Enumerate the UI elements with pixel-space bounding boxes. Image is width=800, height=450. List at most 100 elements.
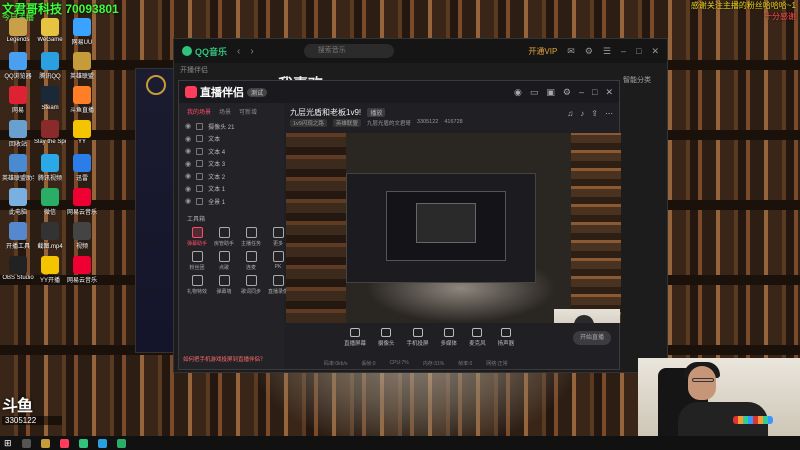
settings-icon[interactable]: ⚙ bbox=[563, 87, 571, 98]
source-button[interactable]: 摄像头 bbox=[378, 327, 395, 347]
source-button[interactable]: 麦克风 bbox=[469, 327, 486, 347]
desktop-icon[interactable]: 网易云音乐 bbox=[66, 256, 98, 284]
desktop-icon[interactable]: 网易UU bbox=[66, 18, 98, 46]
qq-manage-button[interactable]: 智能分类 bbox=[623, 75, 651, 85]
taskbar-qq-icon[interactable] bbox=[97, 438, 107, 448]
stream-preview[interactable] bbox=[286, 133, 621, 323]
lock-icon[interactable] bbox=[196, 122, 204, 130]
close-icon[interactable]: ✕ bbox=[605, 87, 613, 98]
tool-button[interactable]: 歌词同步 bbox=[239, 274, 263, 295]
layer-item[interactable]: ◉ 文本 4 bbox=[179, 145, 284, 158]
scene-tab[interactable]: 我的场景 bbox=[187, 107, 211, 116]
close-icon[interactable]: ✕ bbox=[651, 46, 659, 57]
league-client-window[interactable] bbox=[135, 68, 175, 353]
layer-item[interactable]: ◉ 文本 1 bbox=[179, 183, 284, 196]
eye-icon[interactable]: ◉ bbox=[185, 185, 191, 193]
layer-item[interactable]: ◉ 文本 bbox=[179, 133, 284, 146]
desktop-icon[interactable]: 迅雷 bbox=[66, 154, 98, 182]
tool-button[interactable]: 房管助手 bbox=[212, 226, 236, 247]
settings-icon[interactable]: ⚙ bbox=[585, 46, 593, 57]
tool-button[interactable]: 主播任务 bbox=[239, 226, 263, 247]
desktop-icon[interactable]: QQ浏览器 bbox=[2, 52, 34, 80]
desktop-icon[interactable]: Slay the Spire bbox=[34, 120, 66, 148]
mail-icon[interactable]: ✉ bbox=[567, 46, 575, 57]
layer-item[interactable]: ◉ 文本 2 bbox=[179, 170, 284, 183]
eye-icon[interactable]: ◉ bbox=[185, 135, 191, 143]
tool-button[interactable]: 连麦 bbox=[239, 250, 263, 271]
taskbar-wechat-icon[interactable] bbox=[116, 438, 126, 448]
minimize-icon[interactable]: – bbox=[621, 46, 626, 56]
eye-icon[interactable]: ◉ bbox=[185, 197, 191, 205]
source-button[interactable]: 多媒体 bbox=[441, 327, 457, 347]
desktop-icon[interactable]: Legends bbox=[2, 18, 34, 46]
lock-icon[interactable] bbox=[196, 185, 204, 193]
vip-link[interactable]: 开通VIP bbox=[528, 46, 557, 57]
minimize-icon[interactable]: – bbox=[579, 87, 584, 98]
desktop-icon[interactable]: 回收站 bbox=[2, 120, 34, 148]
lock-icon[interactable] bbox=[196, 172, 204, 180]
qq-search-input[interactable]: 搜索音乐 bbox=[303, 44, 394, 58]
eye-icon[interactable]: ◉ bbox=[185, 172, 191, 180]
start-live-button[interactable]: 开始直播 bbox=[573, 331, 611, 345]
source-button[interactable]: 手机投屏 bbox=[407, 327, 429, 347]
share-icon[interactable]: ⇪ bbox=[591, 109, 598, 118]
desktop-icon[interactable]: YY bbox=[66, 120, 98, 148]
maximize-icon[interactable]: □ bbox=[592, 87, 597, 98]
scene-tab[interactable]: 可新增 bbox=[239, 107, 257, 116]
avatar[interactable]: ◉ bbox=[514, 87, 522, 98]
tool-button[interactable]: 弹幕助手 bbox=[185, 226, 209, 247]
more-icon[interactable]: ⋯ bbox=[605, 109, 613, 118]
desktop-icon[interactable]: 斗鱼直播 bbox=[66, 86, 98, 114]
eye-icon[interactable]: ◉ bbox=[185, 160, 191, 168]
maximize-icon[interactable]: □ bbox=[636, 46, 641, 56]
desktop-icon[interactable]: 网易 bbox=[2, 86, 34, 114]
lock-icon[interactable] bbox=[196, 160, 204, 168]
layer-item[interactable]: ◉ 全景 1 bbox=[179, 195, 284, 208]
desktop-icon[interactable]: 英雄联盟助手 bbox=[2, 154, 34, 182]
desktop-icon[interactable]: 腾讯QQ bbox=[34, 52, 66, 80]
taskbar-league-icon[interactable] bbox=[40, 438, 50, 448]
tool-button[interactable]: 粉丝团 bbox=[185, 250, 209, 271]
taskbar-live-icon[interactable] bbox=[59, 438, 69, 448]
lock-icon[interactable] bbox=[196, 147, 204, 155]
layer-item[interactable]: ◉ 摄像头 21 bbox=[179, 120, 284, 133]
chat-icon[interactable]: ▭ bbox=[530, 87, 539, 98]
help-notice[interactable]: 如何把手机游戏投屏到直播伴侣？ bbox=[183, 355, 266, 363]
desktop-icon[interactable]: 腾讯视频 bbox=[34, 154, 66, 182]
room-badge[interactable]: 播放 bbox=[367, 108, 386, 117]
desktop-icon[interactable]: 开播工具 bbox=[2, 222, 34, 250]
room-tag[interactable]: 英雄联盟 bbox=[332, 119, 361, 127]
forward-arrow-icon[interactable]: › bbox=[250, 46, 253, 57]
tool-button[interactable]: 弹幕墙 bbox=[212, 274, 236, 295]
desktop-icon[interactable]: 微信 bbox=[34, 188, 66, 216]
source-button[interactable]: 扬声器 bbox=[498, 327, 514, 347]
gift-icon[interactable]: ▣ bbox=[546, 87, 555, 98]
desktop-icon[interactable]: 英雄联盟 bbox=[66, 52, 98, 80]
desktop-icon[interactable]: YY开播 bbox=[34, 256, 66, 284]
taskbar-qq-music-icon[interactable] bbox=[78, 438, 88, 448]
source-button[interactable]: 直播屏幕 bbox=[344, 327, 366, 347]
desktop-icon[interactable]: WeGame bbox=[34, 18, 66, 46]
desktop-icon[interactable]: 视频 bbox=[66, 222, 98, 250]
tool-button[interactable]: 礼物特效 bbox=[185, 274, 209, 295]
back-arrow-icon[interactable]: ‹ bbox=[237, 46, 240, 57]
tool-button[interactable]: 点歌 bbox=[212, 250, 236, 271]
eye-icon[interactable]: ◉ bbox=[185, 147, 191, 155]
lock-icon[interactable] bbox=[196, 135, 204, 143]
room-category[interactable]: 1v9闪现之路 bbox=[290, 119, 327, 127]
menu-icon[interactable]: ☰ bbox=[603, 46, 611, 57]
layer-item[interactable]: ◉ 文本 3 bbox=[179, 158, 284, 171]
desktop-icon[interactable]: 截图.mp4 bbox=[34, 222, 66, 250]
scene-tab[interactable]: 场景 bbox=[219, 107, 231, 116]
mic-icon[interactable]: ♫ bbox=[567, 109, 573, 118]
desktop-icon[interactable]: Steam bbox=[34, 86, 66, 114]
lock-icon[interactable] bbox=[196, 197, 204, 205]
room-title-text[interactable]: 九层光盾和老板1v9! bbox=[290, 108, 361, 117]
windows-start-icon[interactable]: ⊞ bbox=[4, 438, 12, 449]
taskbar-search-icon[interactable] bbox=[21, 438, 31, 448]
live-companion-window[interactable]: 直播伴侣 测试 ◉ ▭ ▣ ⚙ – □ ✕ 我的场景 场景 可新增 ◉ 摄像头 21 ◉… bbox=[178, 80, 621, 370]
eye-icon[interactable]: ◉ bbox=[185, 122, 191, 130]
desktop-icon[interactable]: 网易云音乐 bbox=[66, 188, 98, 216]
desktop-icon[interactable]: 此电脑 bbox=[2, 188, 34, 216]
bell-icon[interactable]: ♪ bbox=[580, 109, 584, 118]
